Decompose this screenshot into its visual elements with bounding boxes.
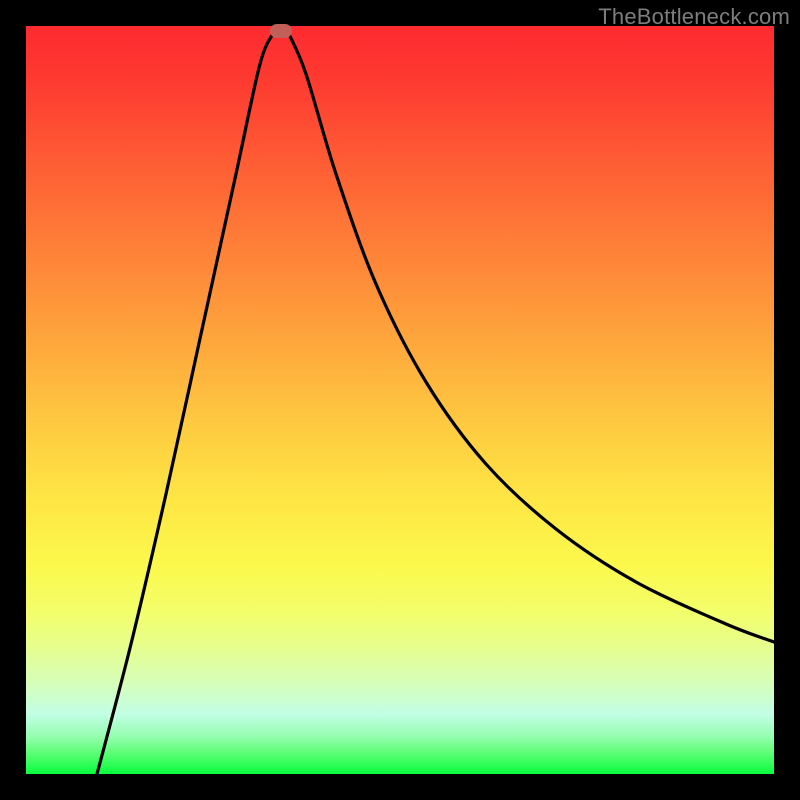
optimal-marker (270, 24, 292, 38)
watermark-text: TheBottleneck.com (598, 4, 790, 30)
chart-area (26, 26, 774, 774)
bottleneck-curve (26, 26, 774, 774)
